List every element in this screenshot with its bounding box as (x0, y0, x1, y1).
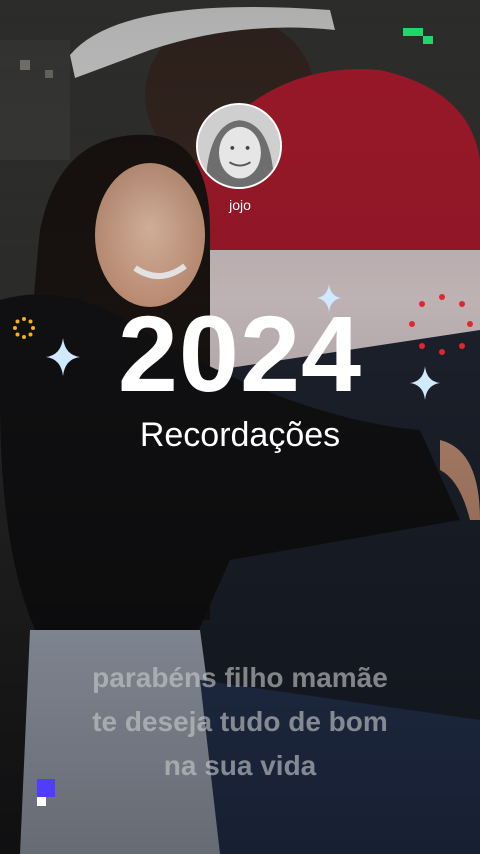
green-pixel-logo (403, 28, 433, 44)
caption-line: na sua vida (163, 750, 317, 781)
avatar-photo (198, 105, 280, 187)
year-title: 2024 (117, 293, 363, 414)
blue-pixel-square (37, 779, 55, 806)
story-caption: parabéns filho mamãe te deseja tudo de b… (40, 656, 440, 788)
caption-line: te deseja tudo de bom (92, 706, 388, 737)
avatar[interactable] (196, 103, 282, 189)
memories-subtitle: Recordações (139, 416, 341, 454)
caption-line: parabéns filho mamãe (92, 662, 388, 693)
username[interactable]: jojo (190, 197, 290, 213)
story-viewer[interactable]: jojo 2024 Recordações parabéns filho mam… (0, 0, 480, 854)
